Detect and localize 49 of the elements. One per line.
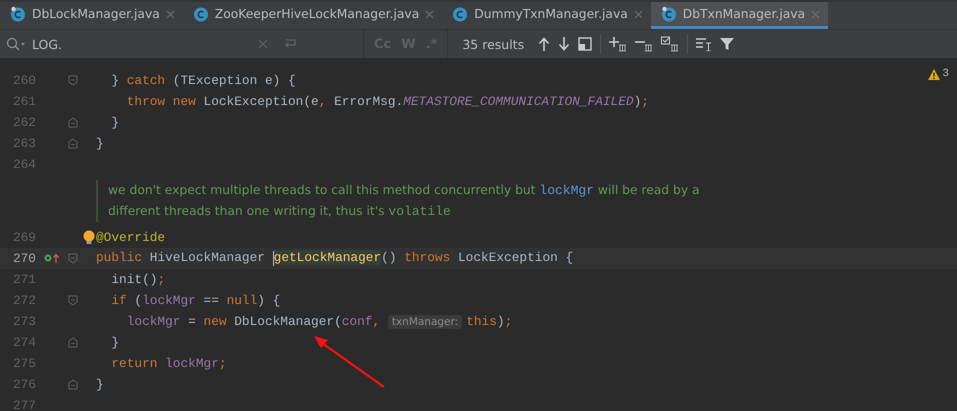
fold-marker-icon[interactable] [68, 74, 78, 86]
editor-tab[interactable]: DbTxnManager.java [650, 2, 828, 29]
fold-marker-icon[interactable] [68, 138, 78, 148]
doc-comment: we don't expect multiple threads to call this method concurrently but lockMgr will be read by a different threads than one writing it, thus it's volatile [96, 180, 748, 222]
newline-icon[interactable] [284, 38, 298, 50]
code-line: if (lockMgr == null) { [110, 292, 280, 308]
line-number: 276 [12, 376, 36, 392]
editor-tab[interactable]: DummyTxnManager.java [442, 2, 651, 29]
code-line: } [110, 334, 120, 350]
code-line: } [110, 114, 120, 130]
code-line: lockMgr = new DbLockManager(conf, txnManager: this); [126, 314, 512, 328]
override-marker-icon[interactable] [44, 253, 60, 263]
code-line: } [96, 376, 104, 392]
line-number: 260 [12, 72, 36, 88]
fold-marker-icon[interactable] [68, 336, 78, 348]
close-icon[interactable] [425, 10, 434, 18]
line-number: 272 [12, 292, 36, 308]
line-number: 264 [12, 156, 36, 172]
line-number: 261 [12, 94, 36, 108]
fold-marker-icon[interactable] [68, 378, 78, 390]
fold-marker-icon[interactable] [68, 116, 78, 128]
fold-marker-icon[interactable] [68, 252, 78, 264]
line-number: 263 [12, 136, 36, 150]
code-line: public HiveLockManager getLockManager() throws LockException { [96, 250, 574, 266]
line-number: 275 [12, 356, 36, 370]
code-line: throw new LockException(e, ErrorMsg.METASTORE_COMMUNICATION_FAILED); [126, 94, 649, 108]
code-line: return lockMgr; [110, 356, 227, 370]
line-number: 269 [12, 230, 36, 244]
results-count: 35 results [462, 36, 524, 52]
editor-tab[interactable]: DbLockManager.java [0, 2, 183, 29]
code-line: @Override [96, 230, 166, 244]
close-icon[interactable] [811, 10, 820, 18]
line-number: 274 [12, 334, 36, 350]
line-number: 277 [12, 398, 36, 411]
code-line: } [96, 136, 104, 150]
lightbulb-icon[interactable] [83, 230, 95, 244]
fold-marker-icon[interactable] [68, 294, 78, 306]
close-icon[interactable] [166, 10, 175, 18]
line-number: 273 [12, 314, 36, 328]
code-line: init(); [110, 272, 166, 286]
search-field[interactable]: LOG. [30, 36, 254, 52]
clear-icon[interactable] [258, 39, 268, 49]
line-number: 262 [12, 114, 36, 130]
editor-tab[interactable]: ZooKeeperHiveLockManager.java [182, 2, 442, 29]
line-number: 270 [12, 250, 36, 266]
line-number: 271 [12, 272, 36, 286]
code-line: } catch (TException e) { [110, 72, 296, 88]
search-icon[interactable] [6, 37, 26, 51]
close-icon[interactable] [634, 10, 643, 18]
